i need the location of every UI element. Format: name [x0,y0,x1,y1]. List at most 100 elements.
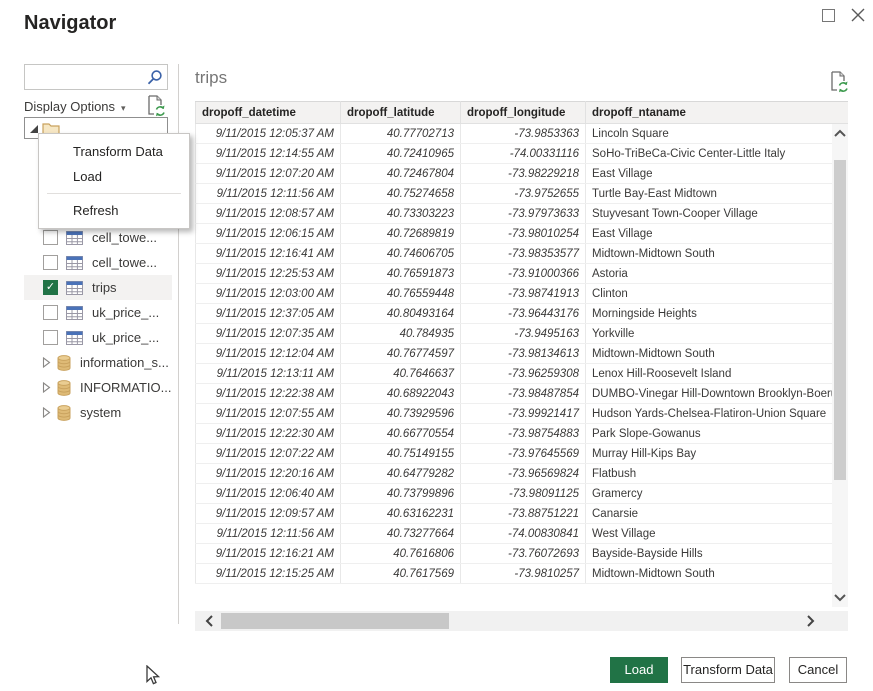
tree-item-label: uk_price_... [92,330,159,345]
chevron-right-icon[interactable] [42,357,52,368]
table-cell: -73.98010254 [461,224,586,244]
refresh-document-icon [146,95,166,117]
tree-item-uk-price[interactable]: uk_price_... [24,325,172,350]
table-cell: 40.72467804 [341,164,461,184]
scroll-up-icon[interactable] [834,129,846,137]
tree-item-informatio[interactable]: INFORMATIO... [24,375,172,400]
checkbox[interactable] [43,305,58,320]
checkbox[interactable] [43,330,58,345]
refresh-preview-button[interactable] [829,71,849,98]
tree-item-label: information_s... [80,355,169,370]
table-cell: 40.7616806 [341,544,461,564]
tree-item-system[interactable]: system [24,400,172,425]
scroll-down-icon[interactable] [834,594,846,602]
table-cell: 9/11/2015 12:12:04 AM [196,344,341,364]
tree-item-information-s[interactable]: information_s... [24,350,172,375]
table-cell: 9/11/2015 12:16:21 AM [196,544,341,564]
table-row: 9/11/2015 12:16:21 AM40.7616806-73.76072… [196,544,833,564]
maximize-button[interactable] [822,9,835,22]
menu-item-transform-data[interactable]: Transform Data [39,139,189,164]
vertical-scrollbar-thumb[interactable] [834,160,846,480]
table-row: 9/11/2015 12:07:55 AM40.73929596-73.9992… [196,404,833,424]
table-cell: -73.9853363 [461,124,586,144]
search-input[interactable] [29,67,143,87]
table-cell: -73.9752655 [461,184,586,204]
table-cell: 40.73929596 [341,404,461,424]
table-cell: 40.76591873 [341,264,461,284]
table-cell: 40.7617569 [341,564,461,584]
vertical-scrollbar[interactable] [832,124,848,607]
table-row: 9/11/2015 12:13:11 AM40.7646637-73.96259… [196,364,833,384]
table-cell: Lenox Hill-Roosevelt Island [586,364,833,384]
table-cell: -73.96443176 [461,304,586,324]
tree-item-uk-price[interactable]: uk_price_... [24,300,172,325]
table-cell: 9/11/2015 12:07:22 AM [196,444,341,464]
table-cell: -73.76072693 [461,544,586,564]
load-button[interactable]: Load [610,657,668,683]
table-cell: DUMBO-Vinegar Hill-Downtown Brooklyn-Boe… [586,384,833,404]
table-cell: 40.68922043 [341,384,461,404]
table-cell: East Village [586,224,833,244]
table-cell: Yorkville [586,324,833,344]
checkbox[interactable] [43,255,58,270]
table-row: 9/11/2015 12:08:57 AM40.73303223-73.9797… [196,204,833,224]
table-cell: 40.77702713 [341,124,461,144]
tree-item-cell-towe[interactable]: cell_towe... [24,250,172,275]
table-cell: East Village [586,164,833,184]
tree-item-label: system [80,405,121,420]
table-icon [66,231,83,245]
table-row: 9/11/2015 12:25:53 AM40.76591873-73.9100… [196,264,833,284]
table-cell: Flatbush [586,464,833,484]
search-box[interactable] [24,64,168,90]
scroll-right-icon[interactable] [807,615,815,627]
table-cell: SoHo-TriBeCa-Civic Center-Little Italy [586,144,833,164]
table-cell: -73.98229218 [461,164,586,184]
table-cell: 40.73303223 [341,204,461,224]
table-row: 9/11/2015 12:07:35 AM40.784935-73.949516… [196,324,833,344]
table-cell: 9/11/2015 12:25:53 AM [196,264,341,284]
transform-data-button[interactable]: Transform Data [681,657,775,683]
table-cell: 9/11/2015 12:13:11 AM [196,364,341,384]
column-header-dropoff_datetime: dropoff_datetime [196,102,341,124]
table-icon [66,281,83,295]
column-header-dropoff_longitude: dropoff_longitude [461,102,586,124]
menu-item-load[interactable]: Load [39,164,189,189]
column-header-dropoff_latitude: dropoff_latitude [341,102,461,124]
chevron-right-icon[interactable] [42,382,52,393]
table-cell: 40.75149155 [341,444,461,464]
table-row: 9/11/2015 12:22:30 AM40.66770554-73.9875… [196,424,833,444]
menu-item-refresh[interactable]: Refresh [39,198,189,223]
table-row: 9/11/2015 12:14:55 AM40.72410965-74.0033… [196,144,833,164]
table-cell: 9/11/2015 12:15:25 AM [196,564,341,584]
table-cell: Astoria [586,264,833,284]
table-cell: 9/11/2015 12:07:35 AM [196,324,341,344]
scroll-left-icon[interactable] [205,615,213,627]
checkbox[interactable] [43,230,58,245]
tree-item-trips[interactable]: ✓trips [24,275,172,300]
horizontal-scrollbar[interactable] [195,611,848,631]
preview-table-header-row: dropoff_datetimedropoff_latitudedropoff_… [196,102,833,124]
table-row: 9/11/2015 12:07:22 AM40.75149155-73.9764… [196,444,833,464]
chevron-right-icon[interactable] [42,407,52,418]
table-cell: 40.76774597 [341,344,461,364]
table-cell: -73.98134613 [461,344,586,364]
display-options-dropdown[interactable]: Display Options▾ [24,99,126,114]
table-cell: 9/11/2015 12:16:41 AM [196,244,341,264]
table-cell: -73.97973633 [461,204,586,224]
table-cell: 9/11/2015 12:11:56 AM [196,184,341,204]
horizontal-scrollbar-thumb[interactable] [221,613,449,629]
table-cell: 9/11/2015 12:07:55 AM [196,404,341,424]
table-cell: 9/11/2015 12:20:16 AM [196,464,341,484]
table-cell: 40.7646637 [341,364,461,384]
checkbox[interactable]: ✓ [43,280,58,295]
table-cell: West Village [586,524,833,544]
tree-item-label: uk_price_... [92,305,159,320]
table-cell: -73.88751221 [461,504,586,524]
table-cell: Park Slope-Gowanus [586,424,833,444]
search-icon [146,69,163,91]
close-button[interactable] [850,7,866,23]
cancel-button[interactable]: Cancel [789,657,847,683]
table-cell: -73.91000366 [461,264,586,284]
table-cell: 9/11/2015 12:05:37 AM [196,124,341,144]
table-cell: -74.00331116 [461,144,586,164]
